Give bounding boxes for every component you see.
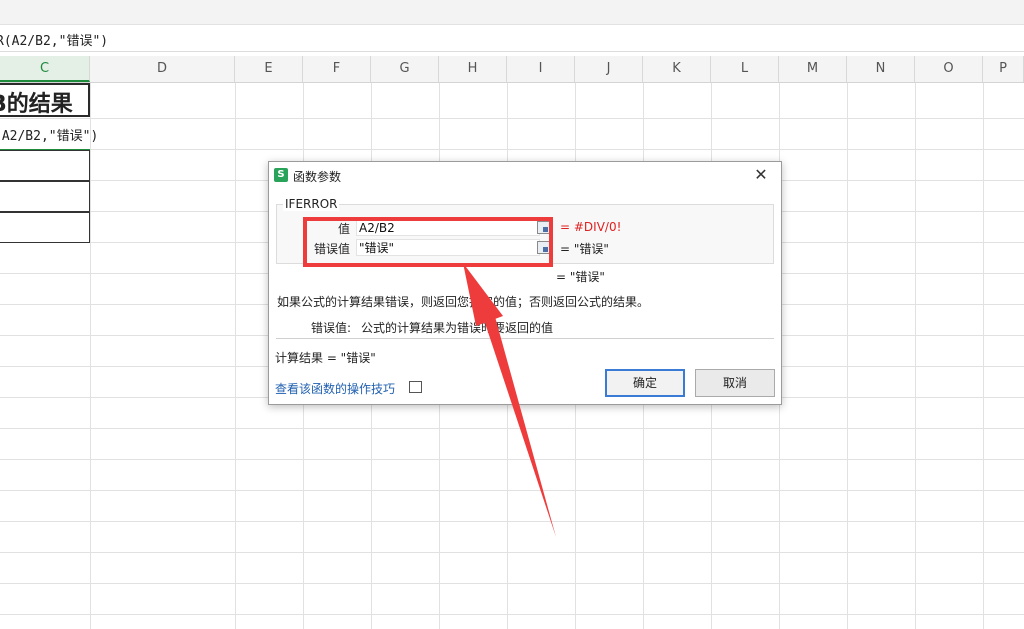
function-arguments-dialog: S 函数参数 ✕ IFERROR 值 = #DIV/0! 错误值 = "错误" … <box>268 161 782 405</box>
column-header-n[interactable]: N <box>847 56 915 82</box>
column-header-g[interactable]: G <box>371 56 439 82</box>
column-header-k[interactable]: K <box>643 56 711 82</box>
column-header-i[interactable]: I <box>507 56 575 82</box>
dialog-title: 函数参数 <box>293 170 342 184</box>
column-header-e[interactable]: E <box>235 56 303 82</box>
column-header-f[interactable]: F <box>303 56 371 82</box>
column-header-h[interactable]: H <box>439 56 507 82</box>
function-name: IFERROR <box>283 197 340 211</box>
table-row[interactable] <box>0 150 90 181</box>
column-header-c[interactable]: C <box>0 56 90 82</box>
column-header-j[interactable]: J <box>575 56 643 82</box>
ok-button[interactable]: 确定 <box>605 369 685 397</box>
close-button[interactable]: ✕ <box>751 165 771 185</box>
column-header-p[interactable]: P <box>983 56 1024 82</box>
help-link[interactable]: 查看该函数的操作技巧 <box>275 380 395 397</box>
dialog-title-bar[interactable]: S 函数参数 ✕ <box>269 162 781 188</box>
video-tip-icon[interactable] <box>409 381 422 393</box>
table-row[interactable] <box>0 212 90 243</box>
formula-bar[interactable]: R(A2/B2,"错误") <box>0 25 1024 52</box>
toolbar-strip <box>0 0 1024 25</box>
cancel-button[interactable]: 取消 <box>695 369 775 397</box>
column-header-l[interactable]: L <box>711 56 779 82</box>
column-header-o[interactable]: O <box>915 56 983 82</box>
column-header-row: C D E F G H I J K L M N O P <box>0 56 1024 83</box>
function-description: 如果公式的计算结果错误，则返回您指定的值；否则返回公式的结果。 <box>277 295 650 309</box>
dialog-divider <box>276 338 774 339</box>
param-help-text: 公式的计算结果为错误时要返回的值 <box>361 321 554 335</box>
formula-text[interactable]: R(A2/B2,"错误") <box>0 30 108 49</box>
table-row[interactable] <box>0 181 90 212</box>
calc-result: 计算结果 = "错误" <box>275 351 376 365</box>
annotation-highlight-box <box>303 217 553 267</box>
overall-result: = "错误" <box>556 270 605 284</box>
param-help-label: 错误值: <box>311 321 352 335</box>
error-value-result: = "错误" <box>560 242 609 256</box>
column-header-d[interactable]: D <box>90 56 235 82</box>
title-cell[interactable]: B的结果 <box>0 83 90 117</box>
column-header-m[interactable]: M <box>779 56 847 82</box>
title-cell-text: B的结果 <box>0 92 73 117</box>
formula-cell[interactable]: (A2/B2,"错误") <box>0 125 98 144</box>
value-result: = #DIV/0! <box>560 220 622 234</box>
wps-app-icon: S <box>274 168 288 182</box>
